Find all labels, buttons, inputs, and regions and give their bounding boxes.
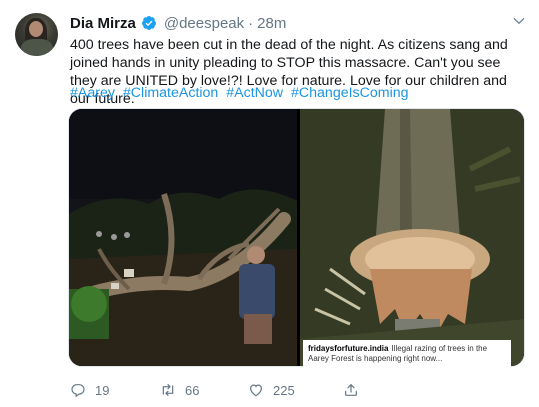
hashtag-list: #Aarey #ClimateAction #ActNow #ChangeIsC… <box>70 84 413 102</box>
chevron-down-icon[interactable] <box>512 14 526 28</box>
separator-dot: · <box>248 14 254 32</box>
hashtag-link[interactable]: #ActNow <box>226 85 283 101</box>
verified-badge-icon <box>141 16 156 30</box>
hashtag-link[interactable]: #ChangeIsComing <box>291 85 409 101</box>
tweet-card[interactable]: Dia Mirza @deespeak · 28m 400 trees have… <box>0 0 539 407</box>
author-handle[interactable]: @deespeak <box>164 15 244 32</box>
media-caption[interactable]: fridaysforfuture.india Illegal razing of … <box>303 340 511 367</box>
reply-count: 19 <box>95 382 110 398</box>
photo-fallen-tree-night[interactable] <box>69 109 297 367</box>
like-button[interactable]: 225 <box>248 382 295 398</box>
share-button[interactable] <box>343 382 359 398</box>
retweet-count: 66 <box>185 382 200 398</box>
retweet-button[interactable]: 66 <box>160 382 199 398</box>
retweet-icon <box>162 384 174 396</box>
share-icon <box>345 384 357 396</box>
tweet-header: Dia Mirza @deespeak · 28m <box>70 13 286 33</box>
reply-icon <box>71 384 85 398</box>
caption-account: fridaysforfuture.india <box>308 344 389 353</box>
hashtag-link[interactable]: #Aarey <box>70 85 115 101</box>
like-count: 225 <box>273 382 295 398</box>
photo-cut-tree-stump[interactable] <box>300 109 525 367</box>
avatar[interactable] <box>15 13 58 56</box>
hashtag-link[interactable]: #ClimateAction <box>123 85 218 101</box>
timestamp[interactable]: 28m <box>257 15 286 32</box>
reply-button[interactable]: 19 <box>70 382 109 398</box>
author-name[interactable]: Dia Mirza <box>70 15 136 32</box>
like-icon <box>250 384 262 397</box>
media-grid <box>68 108 525 367</box>
